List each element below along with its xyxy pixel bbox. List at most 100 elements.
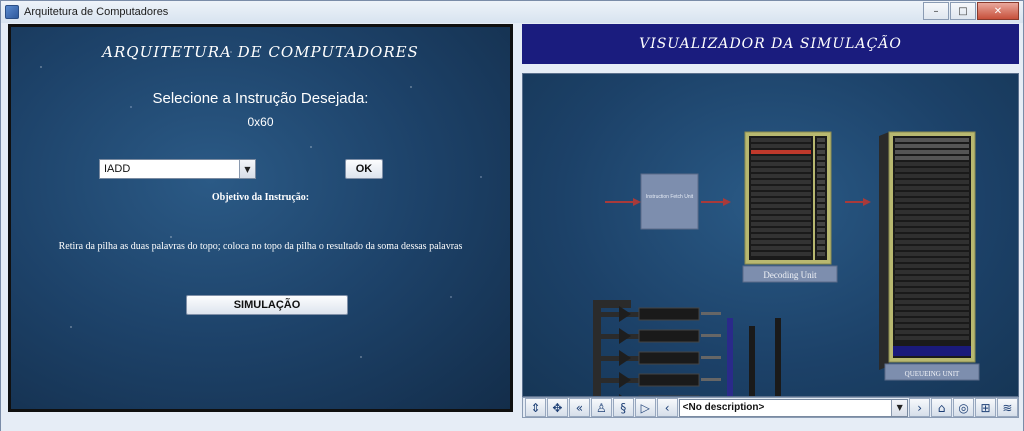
walk-icon[interactable]: ♙ xyxy=(590,398,612,417)
home-icon[interactable]: ⌂ xyxy=(931,398,953,417)
decoding-slot-index xyxy=(817,156,825,160)
decoding-slot xyxy=(751,156,811,160)
queueing-slot xyxy=(895,318,969,322)
register-cell xyxy=(638,307,700,321)
simulate-button[interactable]: SIMULAÇÃO xyxy=(186,295,348,315)
queueing-slot xyxy=(895,222,969,226)
queueing-slot xyxy=(895,252,969,256)
simulation-viewer-header: VISUALIZADOR DA SIMULAÇÃO xyxy=(522,24,1019,64)
register-bus xyxy=(701,312,721,315)
queueing-slot xyxy=(895,168,969,172)
title-bar: Arquitetura de Computadores – □ ✕ xyxy=(1,1,1023,23)
settings-icon[interactable]: ≋ xyxy=(996,398,1018,417)
register-arrow xyxy=(619,306,631,322)
decoding-unit: Decoding Unit xyxy=(742,131,838,283)
maximize-button[interactable]: □ xyxy=(950,2,976,20)
decoding-slot xyxy=(751,222,811,226)
ok-button[interactable]: OK xyxy=(345,159,383,179)
decoding-slot xyxy=(751,150,811,154)
rotate-icon[interactable]: ⇕ xyxy=(525,398,546,417)
decoding-slot-index xyxy=(817,186,825,190)
viewpoint-select-value: <No description> xyxy=(682,402,765,413)
fly-icon[interactable]: § xyxy=(612,398,634,417)
decoding-slot xyxy=(751,162,811,166)
viewpoint-select[interactable]: <No description> ▼ xyxy=(678,398,909,417)
queueing-slot xyxy=(895,138,969,142)
java-app-icon xyxy=(5,5,19,19)
chevron-down-icon[interactable]: ▼ xyxy=(891,399,908,416)
decoding-slot xyxy=(751,186,811,190)
queueing-slot xyxy=(895,210,969,214)
queueing-slot xyxy=(895,324,969,328)
status-bar xyxy=(1,419,1023,431)
decoding-slot-index xyxy=(817,234,825,238)
queueing-slot xyxy=(895,276,969,280)
decoding-slot xyxy=(751,168,811,172)
decoding-slot-index xyxy=(817,198,825,202)
decoding-slot xyxy=(751,228,811,232)
decoding-slot xyxy=(751,246,811,250)
decoding-slot xyxy=(751,252,811,256)
queueing-slot xyxy=(895,312,969,316)
queueing-slot xyxy=(895,162,969,166)
simulation-3d-viewer[interactable]: Instruction Fetch Unit Decoding Unit QUE… xyxy=(522,73,1019,397)
decoding-slot xyxy=(751,240,811,244)
register-arrow xyxy=(619,372,631,388)
play-icon[interactable]: ▷ xyxy=(634,398,656,417)
examine-icon[interactable]: ◎ xyxy=(953,398,975,417)
decoding-slot-index xyxy=(817,138,825,142)
decoding-slot-index xyxy=(817,216,825,220)
decoding-slot-index xyxy=(817,162,825,166)
queueing-slot xyxy=(895,246,969,250)
main-window: Arquitetura de Computadores – □ ✕ ARQUIT… xyxy=(0,0,1024,431)
queueing-slot xyxy=(895,258,969,262)
queueing-slot xyxy=(895,186,969,190)
queueing-slot xyxy=(895,240,969,244)
decoding-slot-index xyxy=(817,246,825,250)
queueing-slot xyxy=(895,198,969,202)
window-title: Arquitetura de Computadores xyxy=(24,6,169,18)
register-bus xyxy=(701,356,721,359)
register-cell xyxy=(638,329,700,343)
next-icon[interactable]: › xyxy=(909,398,931,417)
queueing-slot xyxy=(895,330,969,334)
fetch-unit: Instruction Fetch Unit xyxy=(640,173,699,230)
queueing-slot xyxy=(895,150,969,154)
queueing-slot xyxy=(895,234,969,238)
register-arrow xyxy=(619,350,631,366)
starfield-background xyxy=(11,27,510,409)
decoding-slot xyxy=(751,192,811,196)
decoding-slot-index xyxy=(817,174,825,178)
arrow-fetch-decode-icon xyxy=(701,198,731,206)
previous-icon[interactable]: ‹ xyxy=(656,398,678,417)
decoding-slot-index xyxy=(817,240,825,244)
decoding-slot-index xyxy=(817,204,825,208)
queueing-unit: QUEUEING UNIT xyxy=(879,131,980,381)
register-connector xyxy=(593,378,639,383)
objective-label: Objetivo da Instrução: xyxy=(211,192,310,203)
decoding-slot-index xyxy=(817,210,825,214)
pan-icon[interactable]: ✥ xyxy=(546,398,568,417)
close-button[interactable]: ✕ xyxy=(977,2,1019,20)
decoding-slot-index xyxy=(817,228,825,232)
decoding-slot xyxy=(751,216,811,220)
register-connector xyxy=(593,312,639,317)
chevron-down-icon[interactable]: ▼ xyxy=(239,160,255,178)
minimize-button[interactable]: – xyxy=(923,2,949,20)
decoding-slot-index xyxy=(817,150,825,154)
register-bank xyxy=(593,300,781,396)
instruction-select[interactable]: IADD ▼ xyxy=(99,159,256,179)
decoding-slot-index xyxy=(817,222,825,226)
decoding-slot xyxy=(751,210,811,214)
panel-title: ARQUITETURA DE COMPUTADORES xyxy=(102,43,419,61)
decoding-slot xyxy=(751,174,811,178)
arrow-decode-queue-icon xyxy=(845,198,871,206)
queueing-slot xyxy=(895,156,969,160)
queueing-slot xyxy=(895,180,969,184)
turn-left-icon[interactable]: « xyxy=(568,398,590,417)
fit-icon[interactable]: ⊞ xyxy=(975,398,996,417)
queueing-slot xyxy=(895,228,969,232)
register-cell xyxy=(638,373,700,387)
register-connector xyxy=(593,356,639,361)
viewer-toolbar: ⇕ ✥ « ♙ § ▷ ‹ <No description> ▼ › ⌂ ◎ ⊞… xyxy=(522,397,1019,418)
